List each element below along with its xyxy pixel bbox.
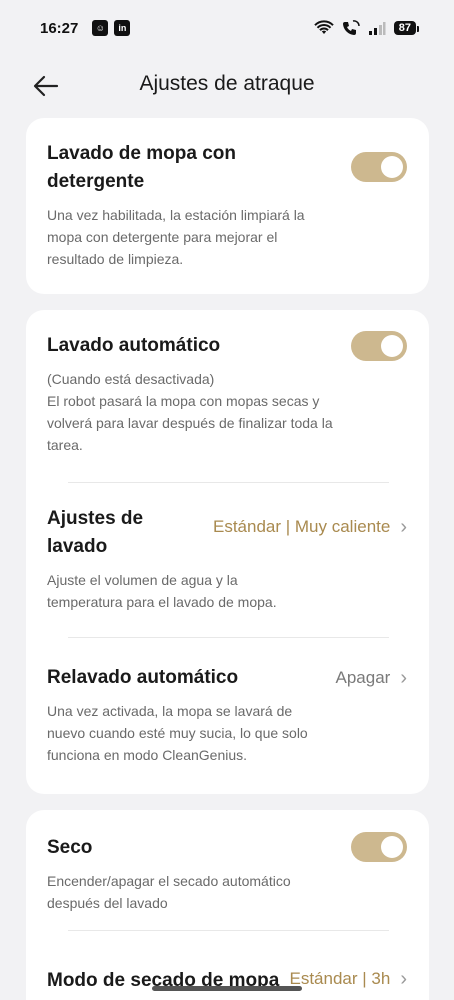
auto-rewash-value-link[interactable]: Apagar › — [336, 668, 408, 688]
wash-settings-title: Ajustes de lavado — [47, 508, 144, 557]
status-time: 16:27 — [40, 19, 79, 37]
wifi-call-icon — [342, 20, 360, 35]
linkedin-icon: in — [114, 20, 131, 36]
detergent-row: Lavado de mopa con detergente Una vez ha… — [26, 118, 429, 270]
dry-mode-value-link[interactable]: Estándar | 3h › — [290, 969, 408, 989]
detergent-title: Lavado de mopa con detergente — [47, 143, 236, 192]
status-bar: 16:27 ☺ in 87 — [0, 0, 454, 56]
dry-group-card: Seco Encender/apagar el secado automátic… — [26, 810, 429, 1000]
dry-toggle[interactable] — [351, 832, 407, 862]
header: Ajustes de atraque — [0, 62, 454, 108]
toggle-knob — [381, 335, 403, 357]
wash-settings-value: Estándar | Muy caliente — [212, 517, 391, 536]
wash-settings-desc: Ajuste el volumen de agua y la temperatu… — [47, 572, 277, 610]
detergent-desc: Una vez habilitada, la estación limpiará… — [47, 207, 305, 267]
chevron-right-icon: › — [400, 516, 407, 538]
wash-settings-row[interactable]: Ajustes de lavado Ajuste el volumen de a… — [26, 483, 429, 637]
home-indicator[interactable] — [152, 986, 302, 991]
auto-wash-desc-line1: (Cuando está desactivada) — [47, 371, 215, 387]
toggle-knob — [381, 836, 403, 858]
detergent-card: Lavado de mopa con detergente Una vez ha… — [26, 118, 429, 294]
auto-rewash-row[interactable]: Relavado automático Una vez activada, la… — [26, 638, 429, 794]
battery-indicator: 87 — [393, 21, 420, 35]
toggle-knob — [381, 156, 403, 178]
chevron-right-icon: › — [400, 667, 407, 689]
auto-wash-row: Lavado automático (Cuando está desactiva… — [26, 310, 429, 482]
chevron-right-icon: › — [400, 968, 407, 990]
auto-rewash-desc: Una vez activada, la mopa se lavará de n… — [47, 703, 308, 763]
signal-icon — [368, 22, 386, 35]
dry-row: Seco Encender/apagar el secado automátic… — [26, 810, 429, 930]
auto-wash-toggle[interactable] — [351, 331, 407, 361]
detergent-toggle[interactable] — [351, 152, 407, 182]
smiley-app-icon: ☺ — [92, 20, 109, 36]
wifi-icon — [314, 20, 334, 34]
status-icons: 87 — [314, 20, 420, 36]
auto-wash-desc-line2: El robot pasará la mopa con mopas secas … — [47, 393, 333, 453]
auto-rewash-value: Apagar — [335, 668, 391, 687]
dry-mode-value: Estándar | 3h — [289, 969, 391, 988]
wash-settings-value-link[interactable]: Estándar | Muy caliente › — [213, 517, 407, 537]
wash-group-card: Lavado automático (Cuando está desactiva… — [26, 310, 429, 794]
page-title: Ajustes de atraque — [139, 72, 315, 95]
auto-wash-desc: (Cuando está desactivada) El robot pasar… — [47, 368, 357, 456]
dry-desc: Encender/apagar el secado automático des… — [47, 873, 291, 911]
